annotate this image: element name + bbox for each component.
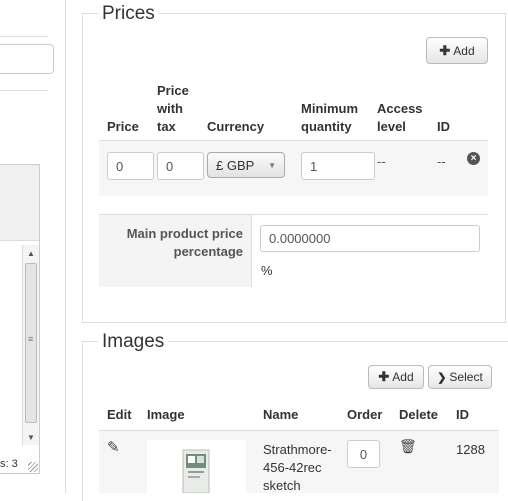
images-legend: Images — [98, 331, 169, 353]
scroll-up-icon[interactable]: ▲ — [27, 249, 35, 258]
col-name: Name — [263, 407, 299, 422]
images-select-button[interactable]: ❯ Select — [428, 365, 492, 389]
image-order-input[interactable]: 0 — [347, 440, 380, 468]
col-currency: Currency — [207, 119, 265, 134]
col-order: Order — [347, 407, 383, 422]
col-price-with-tax: Price with tax — [157, 83, 189, 134]
image-name: Strathmore- 456-42rec sketch — [263, 442, 332, 493]
price-with-tax-input[interactable]: 0 — [157, 152, 204, 180]
left-pane: ▲ ≡ ▼ s: 3 — [0, 0, 66, 493]
currency-value: £ GBP — [216, 157, 255, 173]
plus-icon: ✚ — [378, 369, 390, 384]
price-id-value: -- — [437, 154, 446, 169]
prices-add-button[interactable]: ✚ Add — [426, 37, 488, 64]
chevron-down-icon: ▼ — [268, 160, 276, 170]
images-add-label: Add — [392, 370, 414, 384]
main-price-label: Main product price percentage — [126, 226, 243, 259]
resize-grip-icon[interactable] — [28, 462, 38, 472]
prices-add-label: Add — [453, 43, 475, 58]
col-edit: Edit — [107, 407, 132, 422]
pencil-icon[interactable]: ✎ — [107, 438, 120, 456]
left-list-box[interactable]: ▲ ≡ ▼ — [0, 164, 40, 474]
divider — [0, 36, 48, 37]
image-thumbnail[interactable] — [147, 440, 246, 494]
col-image-id: ID — [456, 407, 469, 422]
main-price-percentage-input[interactable]: 0.0000000 — [260, 225, 480, 252]
scrollbar-thumb[interactable]: ≡ — [25, 263, 37, 423]
list-header — [0, 165, 39, 241]
divider — [0, 90, 48, 91]
col-minimum-quantity: Minimum quantity — [301, 101, 359, 134]
remove-price-icon[interactable]: × — [467, 152, 480, 165]
minimum-quantity-input[interactable]: 1 — [301, 152, 375, 180]
plus-icon: ✚ — [439, 42, 451, 58]
grip-icon: ≡ — [28, 334, 34, 344]
status-text: s: 3 — [0, 458, 18, 470]
col-delete: Delete — [399, 407, 439, 422]
currency-select[interactable]: £ GBP ▼ — [207, 152, 285, 178]
access-level-value: -- — [377, 154, 386, 169]
col-access-level: Access level — [377, 101, 423, 134]
col-image: Image — [147, 407, 185, 422]
scrollbar[interactable]: ▲ ≡ ▼ — [22, 245, 39, 445]
left-text-input[interactable] — [0, 44, 54, 74]
scroll-down-icon[interactable]: ▼ — [27, 433, 35, 442]
chevron-right-icon: ❯ — [437, 371, 447, 384]
col-price: Price — [107, 119, 139, 134]
images-select-label: Select — [449, 370, 483, 384]
price-input[interactable]: 0 — [107, 152, 154, 180]
trash-icon[interactable]: 🗑 — [399, 438, 417, 455]
prices-legend: Prices — [98, 3, 159, 25]
image-id-value: 1288 — [456, 442, 485, 457]
percent-unit: % — [261, 263, 273, 278]
images-add-button[interactable]: ✚ Add — [368, 365, 424, 389]
sketchbook-thumbnail-icon — [182, 449, 210, 494]
col-id: ID — [437, 119, 450, 134]
